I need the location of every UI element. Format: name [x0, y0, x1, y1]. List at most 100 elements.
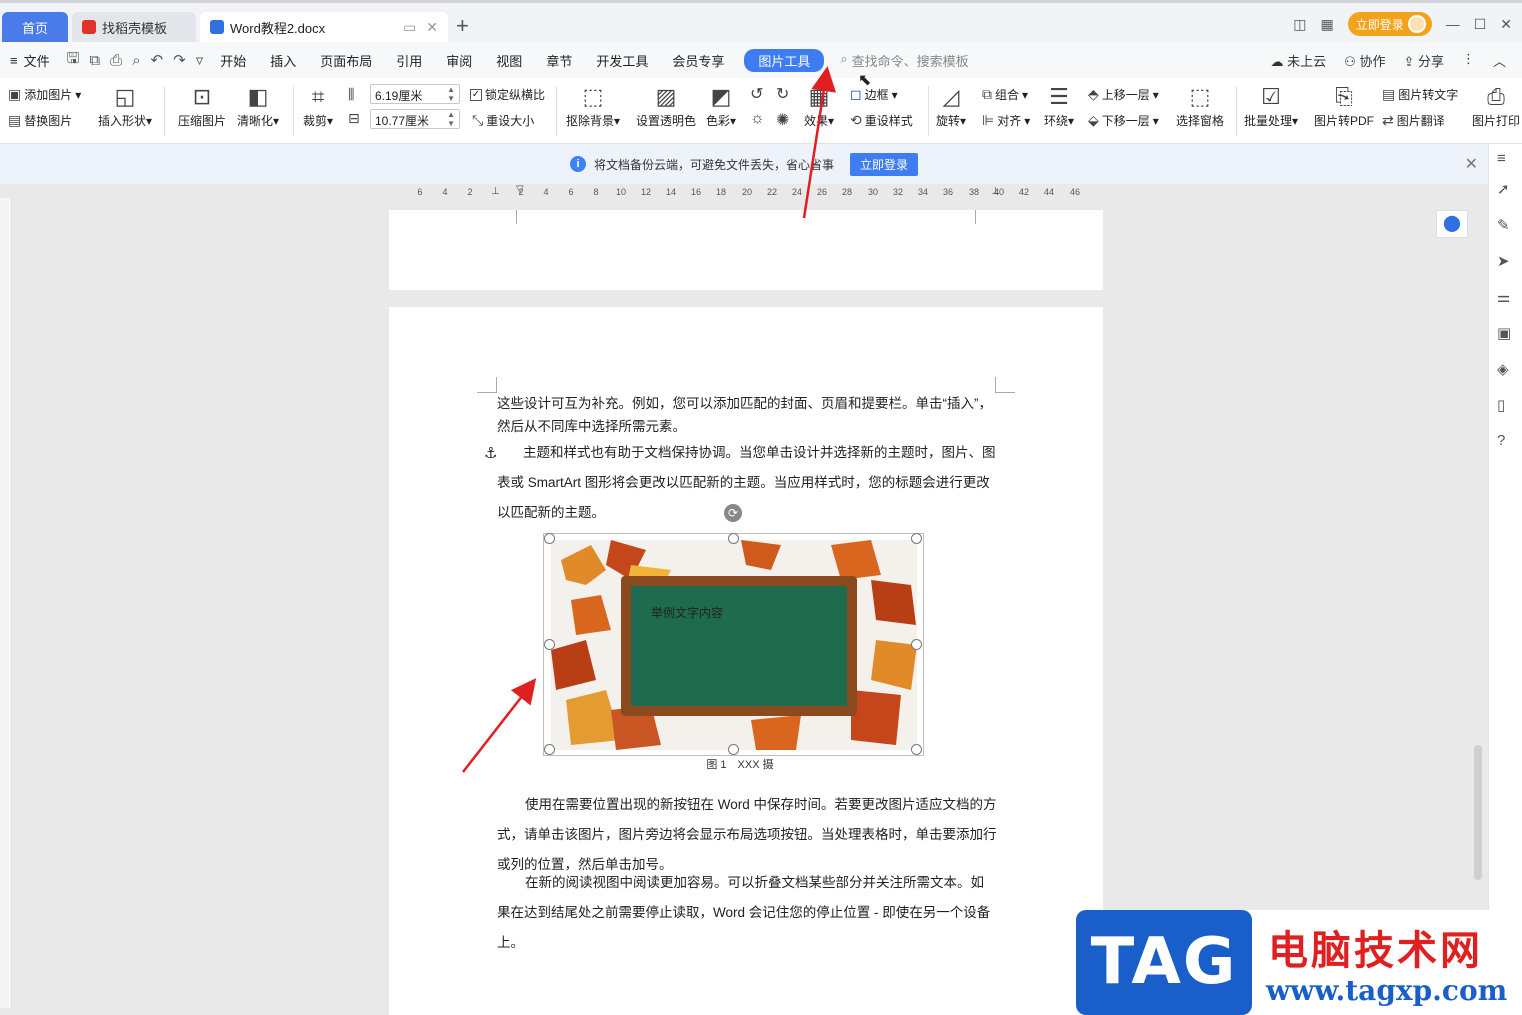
menu-start[interactable]: 开始 [208, 51, 258, 70]
login-button[interactable]: 立即登录 [1347, 12, 1432, 36]
sharpen-button[interactable]: ◧ 清晰化▾ [237, 82, 279, 129]
first-line-indent-icon[interactable]: ▽ [516, 184, 524, 195]
apps-grid-icon[interactable]: ▦ [1320, 16, 1333, 33]
brightness-icon[interactable]: ☼ [750, 110, 765, 128]
align-button[interactable]: ⊫ 对齐 ▾ [982, 112, 1030, 129]
print-preview-icon[interactable]: ⌕ [127, 52, 145, 69]
menu-picture-tools[interactable]: 图片工具 [744, 48, 825, 72]
resize-handle-nw[interactable] [544, 533, 555, 544]
vertical-scrollbar[interactable] [1474, 745, 1482, 880]
reset-size-button[interactable]: ⤡ 重设大小 [472, 112, 534, 129]
save-icon[interactable]: 🖫 [62, 48, 85, 73]
sidebar-menu-icon[interactable]: ≡ [1497, 150, 1506, 167]
location-pin-icon[interactable]: ⬤ [1436, 210, 1468, 238]
contrast-icon[interactable]: ✺ [776, 110, 789, 130]
selected-picture[interactable]: 举例文字内容 [543, 533, 924, 756]
close-window-icon[interactable]: ✕ [1500, 16, 1512, 33]
transparency-button[interactable]: ▨ 设置透明色 [636, 82, 696, 129]
tab-templates[interactable]: 找稻壳模板 [72, 12, 196, 42]
pen-icon[interactable]: ✎ [1497, 216, 1510, 234]
reset-style-button[interactable]: ⟲ 重设样式 [850, 112, 913, 129]
close-tab-icon[interactable]: ✕ [426, 19, 438, 36]
paragraph[interactable]: 在新的阅读视图中阅读更加容易。可以折叠文档某些部分并关注所需文本。如果在达到结尾… [497, 868, 997, 958]
book-icon[interactable]: ▯ [1497, 396, 1505, 414]
layout-icon[interactable]: ◫ [1293, 16, 1306, 33]
help-icon[interactable]: ? [1497, 432, 1505, 449]
menu-chapter[interactable]: 章节 [534, 51, 584, 70]
menu-member[interactable]: 会员专享 [660, 51, 736, 70]
add-picture-button[interactable]: ▣ 添加图片 ▾ [8, 86, 81, 103]
translate-button[interactable]: ⇄ 图片翻译 [1382, 112, 1445, 129]
replace-picture-button[interactable]: ▤ 替换图片 [8, 112, 72, 129]
to-text-button[interactable]: ▤ 图片转文字 [1382, 86, 1458, 103]
paragraph[interactable]: 使用在需要位置出现的新按钮在 Word 中保存时间。若要更改图片适应文档的方式，… [497, 790, 997, 880]
location-compass-icon[interactable]: ◈ [1497, 360, 1509, 378]
rotate-handle-icon[interactable]: ⟳ [724, 504, 742, 522]
effects-button[interactable]: ▦ 效果▾ [804, 82, 834, 129]
rotate-right-icon[interactable]: ↻ [776, 84, 789, 104]
minimize-icon[interactable]: — [1446, 16, 1460, 32]
more-icon[interactable]: ⋮ [1462, 51, 1475, 70]
maximize-icon[interactable]: ☐ [1474, 16, 1487, 33]
selection-pane-button[interactable]: ⬚ 选择窗格 [1176, 82, 1224, 129]
collab-button[interactable]: ⚇ 协作 [1344, 51, 1385, 70]
screen-icon[interactable]: ▭ [403, 19, 416, 36]
collapse-ribbon-icon[interactable]: ︿ [1493, 51, 1506, 70]
paragraph[interactable]: 这些设计可互为补充。例如，您可以添加匹配的封面、页眉和提要栏。单击“插入”，然后… [497, 392, 997, 438]
vertical-ruler[interactable] [0, 198, 12, 1008]
close-icon[interactable]: ✕ [1465, 154, 1478, 174]
tab-home[interactable]: 首页 [2, 12, 68, 42]
group-button[interactable]: ⧉ 组合 ▾ [982, 86, 1028, 103]
height-spinner-icon[interactable]: ▲ ▼ [447, 85, 455, 103]
remove-bg-button[interactable]: ⬚ 抠除背景▾ [566, 82, 620, 129]
color-button[interactable]: ◩ 色彩▾ [706, 82, 736, 129]
rotate-left-icon[interactable]: ↺ [750, 84, 763, 104]
new-tab-button[interactable]: + [456, 15, 469, 37]
menu-insert[interactable]: 插入 [258, 51, 308, 70]
more-quick-icon[interactable]: ▿ [191, 51, 209, 69]
wrap-button[interactable]: ☰ 环绕▾ [1044, 82, 1074, 129]
tab-document[interactable]: Word教程2.docx ▭ ✕ [200, 12, 448, 42]
resize-handle-ne[interactable] [911, 533, 922, 544]
picture-print-button[interactable]: ⎙ 图片打印 [1472, 82, 1520, 129]
notification-login-button[interactable]: 立即登录 [850, 152, 919, 176]
share-button[interactable]: ⇪ 分享 [1403, 51, 1444, 70]
resize-handle-se[interactable] [911, 744, 922, 755]
right-indent-icon[interactable]: ⊥ [991, 186, 1000, 197]
menu-page-layout[interactable]: 页面布局 [308, 51, 384, 70]
menu-developer[interactable]: 开发工具 [584, 51, 660, 70]
resize-handle-n[interactable] [728, 533, 739, 544]
resize-handle-s[interactable] [728, 744, 739, 755]
insert-shape-button[interactable]: ◱ 插入形状▾ [98, 82, 152, 129]
search-input[interactable]: ⌕ 查找命令、搜索模板 [840, 51, 968, 70]
cursor-icon[interactable]: ➤ [1497, 252, 1510, 270]
menu-references[interactable]: 引用 [384, 51, 434, 70]
picture-caption[interactable]: 图 1 XXX 摄 [640, 756, 840, 772]
lock-ratio-checkbox[interactable]: ✓ 锁定纵横比 [470, 86, 545, 103]
send-backward-button[interactable]: ⬙ 下移一层 ▾ [1088, 112, 1159, 129]
crop-button[interactable]: ⌗ 裁剪▾ [303, 82, 333, 129]
batch-button[interactable]: ☑ 批量处理▾ [1244, 82, 1298, 129]
width-spinner-icon[interactable]: ▲ ▼ [447, 110, 455, 128]
bring-forward-button[interactable]: ⬘ 上移一层 ▾ [1088, 86, 1159, 103]
paragraph[interactable]: 主题和样式也有助于文档保持协调。当您单击设计并选择新的主题时，图片、图表或 Sm… [497, 438, 997, 528]
rocket-icon[interactable]: ➚ [1497, 180, 1510, 198]
rotate-button[interactable]: ◿ 旋转▾ [936, 82, 966, 129]
menu-view[interactable]: 视图 [484, 51, 534, 70]
menu-review[interactable]: 审阅 [434, 51, 484, 70]
compress-button[interactable]: ⊡ 压缩图片 [178, 82, 226, 129]
image-edit-icon[interactable]: ▣ [1497, 324, 1511, 342]
indent-marker-icon[interactable]: ⊥ [491, 186, 500, 197]
anchor-icon[interactable]: ⚓ [484, 444, 497, 462]
file-menu[interactable]: ≡ 文件 [0, 51, 62, 70]
resize-handle-e[interactable] [911, 639, 922, 650]
cloud-button[interactable]: ☁ 未上云 [1271, 51, 1327, 70]
export-icon[interactable]: ⧉ [84, 52, 105, 69]
resize-handle-sw[interactable] [544, 744, 555, 755]
undo-icon[interactable]: ↶ [146, 51, 169, 69]
redo-icon[interactable]: ↷ [168, 51, 191, 69]
resize-handle-w[interactable] [544, 639, 555, 650]
height-input[interactable]: 6.19厘米 ▲ ▼ [370, 84, 460, 104]
print-icon[interactable]: ⎙ [105, 52, 127, 69]
chalkboard-picture[interactable]: 举例文字内容 [551, 540, 917, 750]
